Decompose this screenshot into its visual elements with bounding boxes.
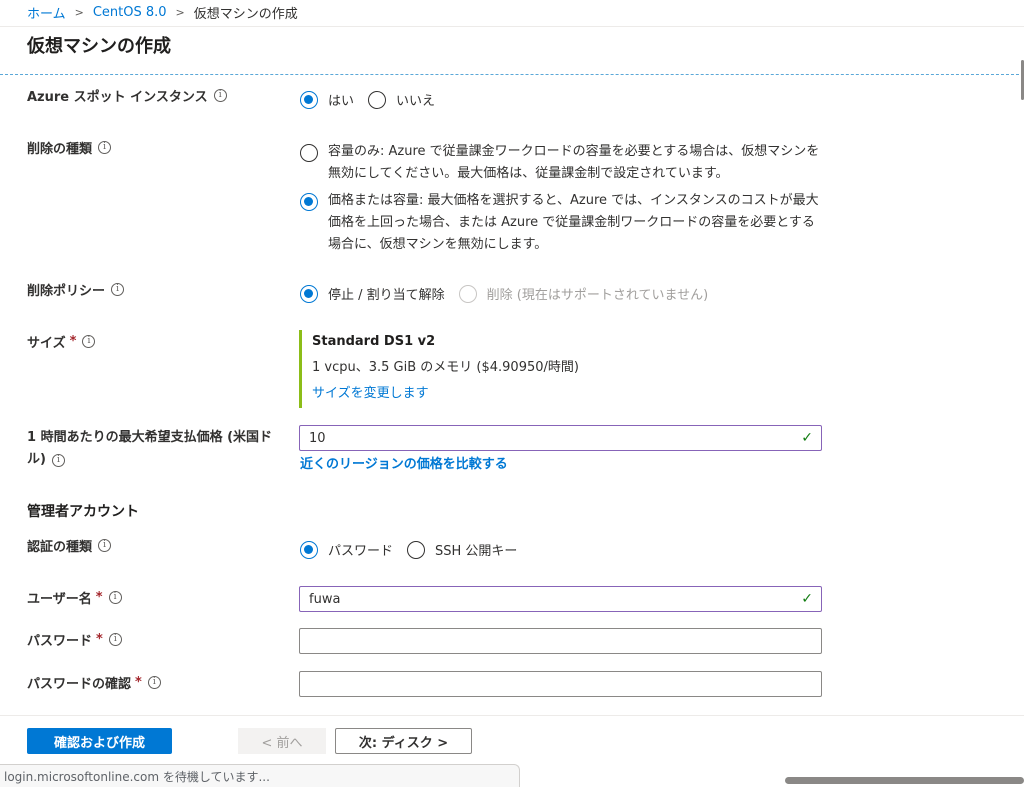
chevron-right-icon: > [175, 5, 185, 19]
browser-status-bar: login.microsoftonline.com を待機しています... [0, 764, 520, 787]
eviction-policy-radio-group: 停止 / 割り当て解除 削除 (現在はサポートされていません) [300, 284, 708, 303]
change-size-link[interactable]: サイズを変更します [312, 382, 639, 401]
horizontal-scrollbar[interactable] [785, 777, 1024, 784]
info-icon[interactable]: i [213, 89, 227, 102]
chevron-right-icon: > [74, 5, 84, 19]
info-icon[interactable]: i [82, 335, 96, 348]
size-label: サイズ * i [27, 332, 96, 351]
policy-delete-radio [458, 284, 477, 303]
spot-no-label[interactable]: いいえ [396, 90, 435, 109]
password-label: パスワード * i [27, 630, 122, 649]
size-summary: Standard DS1 v2 1 vcpu、3.5 GiB のメモリ ($4.… [299, 330, 639, 408]
eviction-policy-label: 削除ポリシー i [27, 280, 125, 299]
auth-password-label[interactable]: パスワード [328, 540, 393, 559]
max-price-label: 1 時間あたりの最大希望支払価格 (米国ド ル) i [27, 430, 273, 467]
size-spec: 1 vcpu、3.5 GiB のメモリ ($4.90950/時間) [312, 360, 579, 375]
header-divider [0, 26, 1024, 27]
size-name: Standard DS1 v2 [312, 334, 436, 349]
username-input[interactable]: fuwa ✓ [299, 586, 822, 612]
compare-prices-link[interactable]: 近くのリージョンの価格を比較する [300, 453, 508, 472]
eviction-price-option: 価格または容量: 最大価格を選択すると、Azure では、インスタンスのコストが… [300, 190, 820, 256]
auth-ssh-radio[interactable] [407, 540, 426, 559]
next-disks-button[interactable]: 次: ディスク > [335, 728, 472, 754]
review-create-button[interactable]: 確認および作成 [27, 728, 172, 754]
info-icon[interactable]: i [98, 539, 112, 552]
password-confirm-input[interactable] [299, 671, 822, 697]
auth-ssh-label[interactable]: SSH 公開キー [435, 540, 517, 559]
checkmark-icon: ✓ [801, 430, 813, 446]
spot-yes-radio[interactable] [300, 90, 318, 109]
info-icon[interactable]: i [108, 633, 122, 646]
info-icon[interactable]: i [147, 676, 161, 689]
password-confirm-label: パスワードの確認 * i [27, 673, 161, 692]
required-mark: * [69, 334, 77, 349]
auth-type-label: 認証の種類 i [27, 536, 112, 555]
auth-type-radio-group: パスワード SSH 公開キー [300, 540, 517, 559]
breadcrumb: ホーム > CentOS 8.0 > 仮想マシンの作成 [27, 2, 298, 22]
admin-section-title: 管理者アカウント [27, 504, 139, 520]
tabs-divider [0, 74, 1024, 75]
eviction-price-label[interactable]: 価格または容量: 最大価格を選択すると、Azure では、インスタンスのコストが… [328, 190, 820, 256]
previous-button: < 前へ [238, 728, 326, 754]
breadcrumb-centos-link[interactable]: CentOS 8.0 [93, 5, 167, 20]
policy-delete-label: 削除 (現在はサポートされていません) [486, 288, 709, 303]
eviction-capacity-radio[interactable] [300, 144, 318, 162]
required-mark: * [96, 632, 103, 647]
eviction-capacity-label[interactable]: 容量のみ: Azure で従量課金ワークロードの容量を必要とする場合は、仮想マシ… [328, 141, 820, 185]
breadcrumb-home-link[interactable]: ホーム [27, 3, 66, 22]
checkmark-icon: ✓ [801, 591, 813, 607]
info-icon[interactable]: i [98, 141, 112, 154]
eviction-type-label: 削除の種類 i [27, 138, 112, 157]
breadcrumb-current: 仮想マシンの作成 [193, 6, 298, 22]
password-input[interactable] [299, 628, 822, 654]
info-icon[interactable]: i [51, 453, 65, 467]
spot-no-radio[interactable] [368, 90, 387, 109]
info-icon[interactable]: i [111, 283, 125, 296]
spot-instance-radio-group: はい いいえ [300, 90, 435, 109]
required-mark: * [95, 590, 103, 605]
policy-deallocate-radio[interactable] [300, 284, 318, 303]
policy-deallocate-label[interactable]: 停止 / 割り当て解除 [328, 284, 445, 303]
footer-divider [0, 715, 1024, 716]
max-price-input[interactable]: 10 ✓ [299, 425, 822, 451]
username-label: ユーザー名 * i [27, 588, 122, 607]
spot-yes-label[interactable]: はい [328, 90, 354, 109]
auth-password-radio[interactable] [300, 540, 318, 559]
eviction-price-radio[interactable] [300, 193, 318, 211]
page-title: 仮想マシンの作成 [27, 36, 171, 57]
required-mark: * [135, 675, 142, 690]
spot-instance-label: Azure スポット インスタンス i [27, 86, 227, 105]
info-icon[interactable]: i [108, 591, 122, 604]
eviction-capacity-option: 容量のみ: Azure で従量課金ワークロードの容量を必要とする場合は、仮想マシ… [300, 141, 820, 185]
